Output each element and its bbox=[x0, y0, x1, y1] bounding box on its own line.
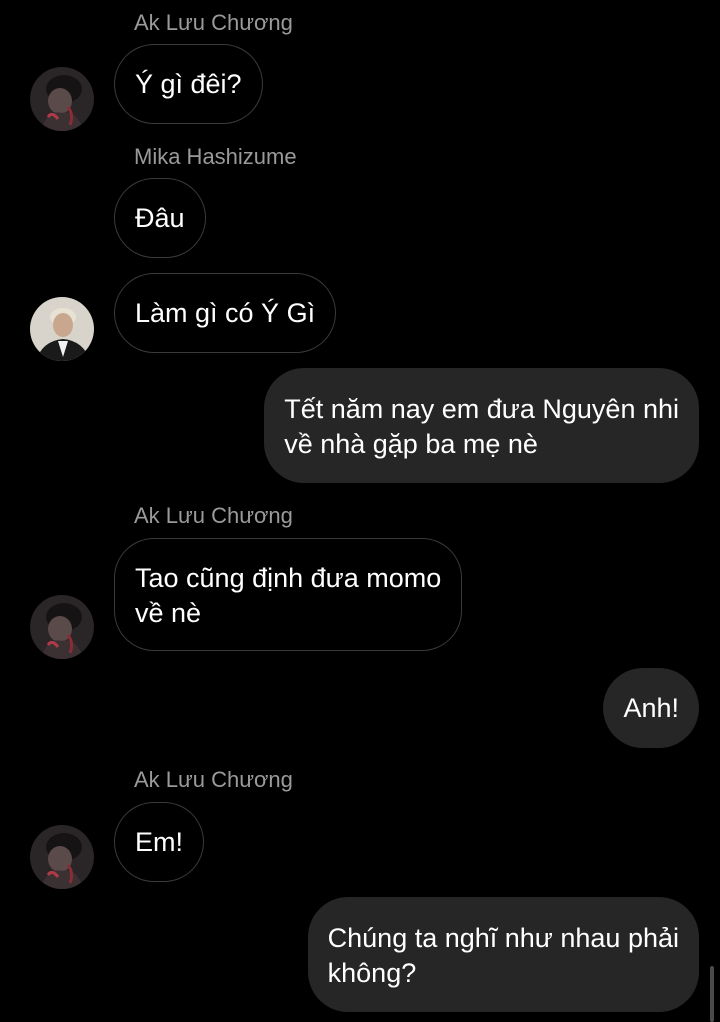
avatar[interactable] bbox=[30, 297, 94, 361]
message-bubble-outgoing[interactable]: Chúng ta nghĩ như nhau phải không? bbox=[307, 897, 699, 1012]
message-bubble[interactable]: Em! bbox=[114, 802, 205, 882]
message-text: không? bbox=[327, 958, 417, 988]
scrollbar[interactable] bbox=[710, 966, 714, 1022]
message-bubble-outgoing[interactable]: Anh! bbox=[603, 668, 699, 748]
sender-name: Ak Lưu Chương bbox=[134, 503, 293, 528]
avatar[interactable] bbox=[30, 825, 94, 889]
message-bubble[interactable]: Đâu bbox=[114, 178, 206, 258]
message-bubble-outgoing[interactable]: Tết năm nay em đưa Nguyên nhi về nhà gặp… bbox=[264, 368, 699, 483]
avatar[interactable] bbox=[30, 67, 94, 131]
message-text: về nè bbox=[135, 598, 202, 628]
message-text: Tao cũng định đưa momo bbox=[135, 563, 442, 593]
message-bubble[interactable]: Ý gì đêi? bbox=[114, 44, 263, 124]
sender-name: Ak Lưu Chương bbox=[134, 767, 293, 792]
message-text: Em! bbox=[135, 826, 184, 857]
message-text: Ý gì đêi? bbox=[135, 68, 242, 99]
message-text: Tết năm nay em đưa Nguyên nhi bbox=[284, 394, 679, 424]
avatar[interactable] bbox=[30, 595, 94, 659]
sender-name: Ak Lưu Chương bbox=[134, 10, 293, 35]
message-bubble[interactable]: Tao cũng định đưa momo về nè bbox=[114, 538, 463, 651]
message-text: Làm gì có Ý Gì bbox=[135, 297, 316, 328]
message-bubble[interactable]: Làm gì có Ý Gì bbox=[114, 273, 337, 353]
message-text: Chúng ta nghĩ như nhau phải bbox=[327, 923, 679, 953]
message-text: Đâu bbox=[135, 202, 185, 233]
message-text: Anh! bbox=[623, 692, 679, 723]
sender-name: Mika Hashizume bbox=[134, 144, 297, 169]
message-text: về nhà gặp ba mẹ nè bbox=[284, 429, 538, 459]
